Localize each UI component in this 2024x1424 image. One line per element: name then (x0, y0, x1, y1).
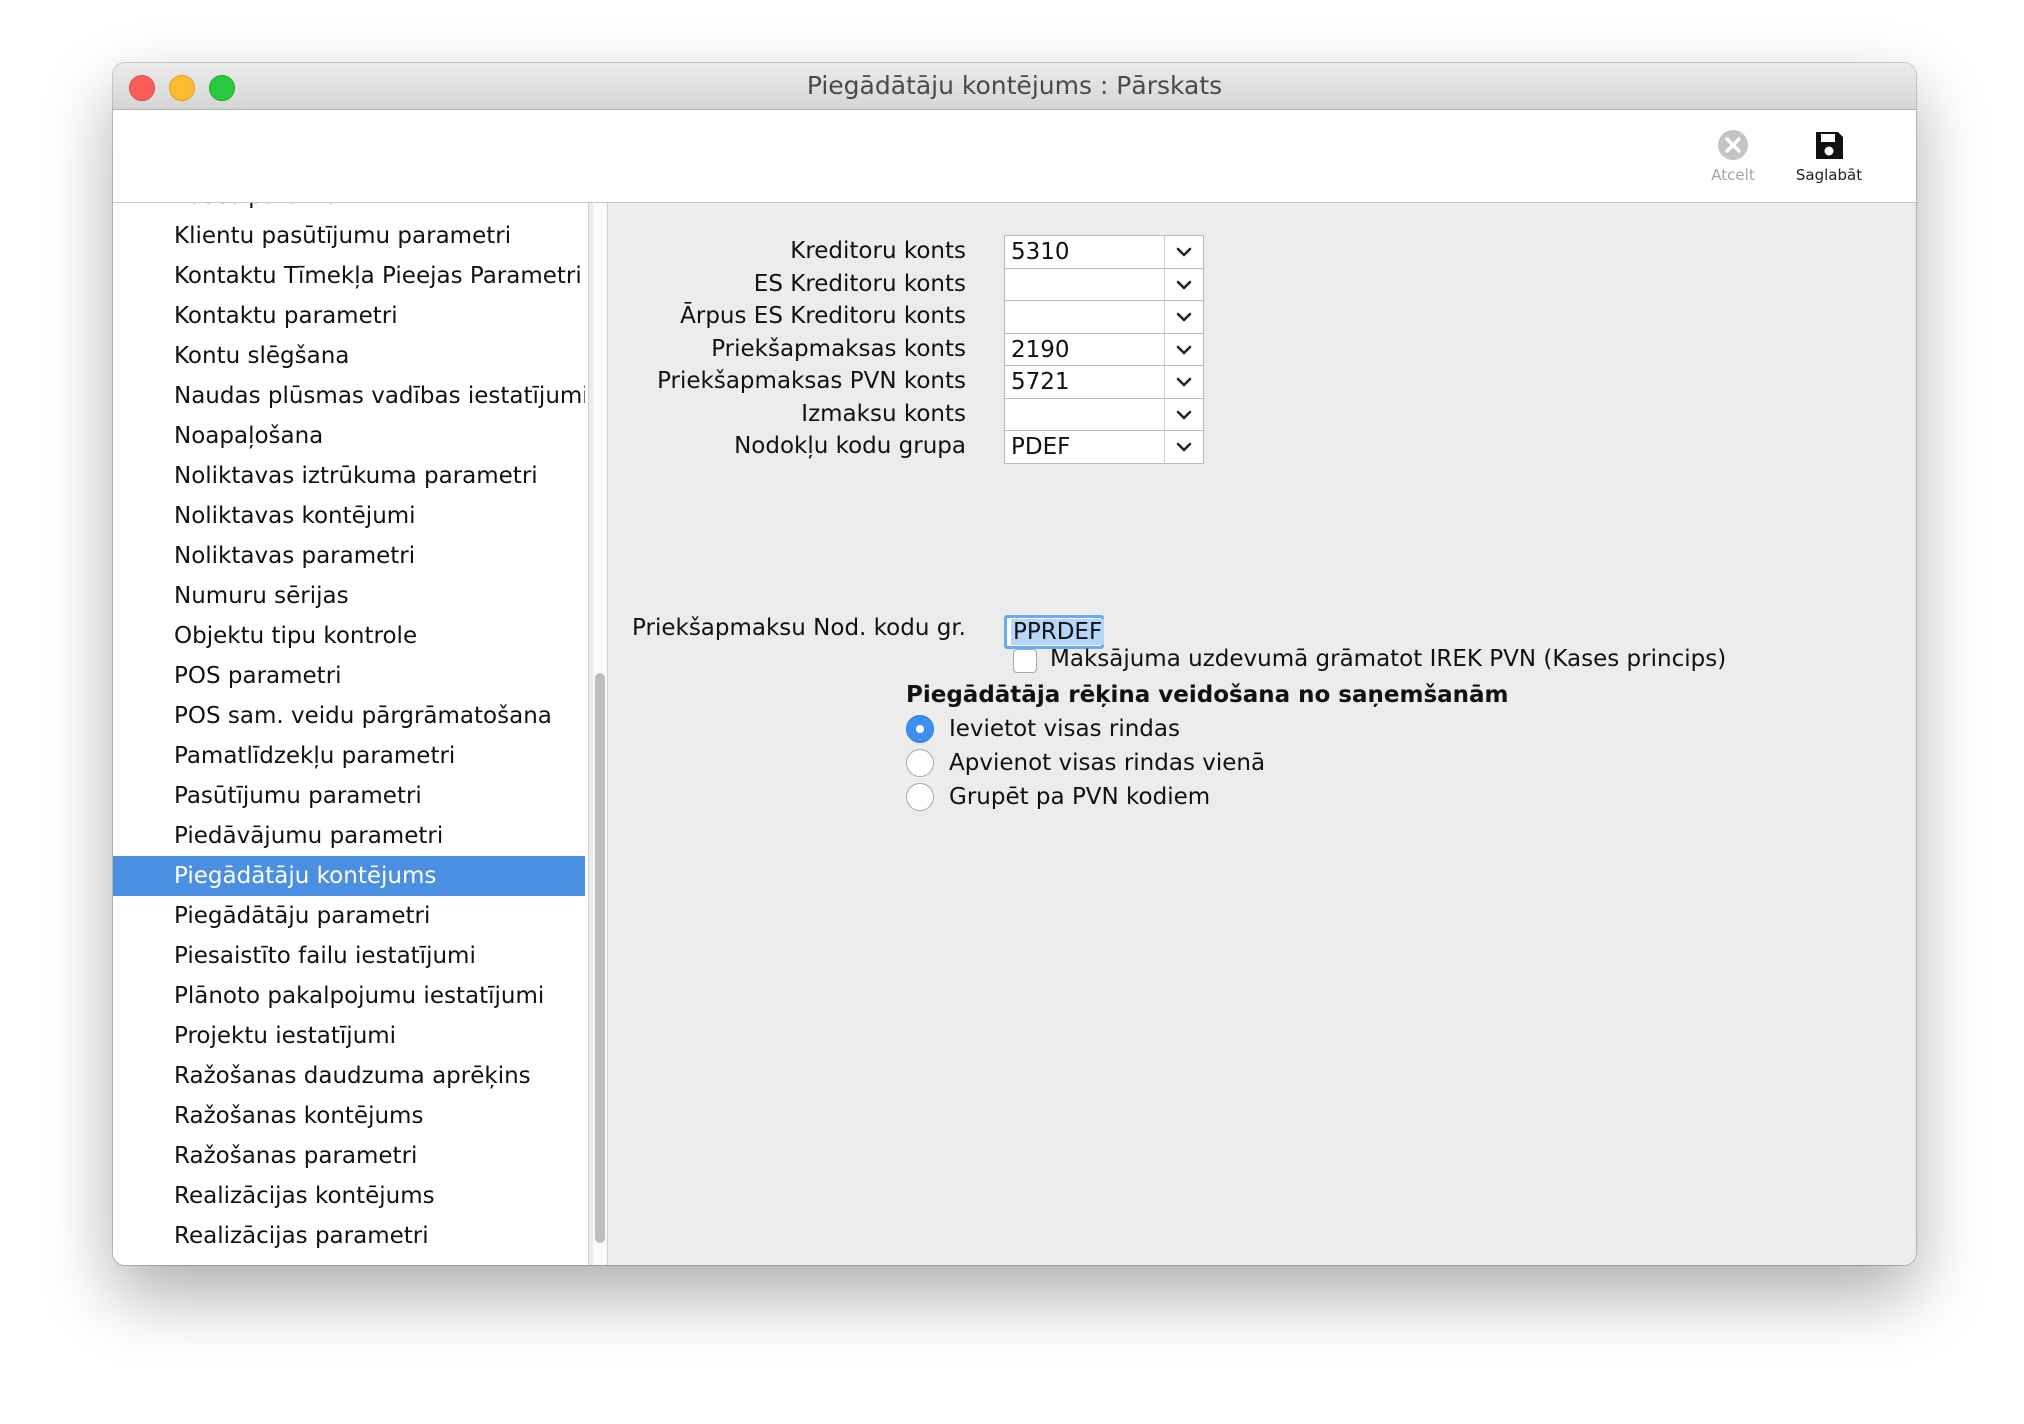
radio-button[interactable] (906, 749, 934, 777)
chevron-down-icon[interactable] (1164, 431, 1203, 463)
sidebar-item[interactable]: Klientu pasūtījumu parametri (113, 216, 585, 256)
account-combo[interactable]: 2190 (1004, 332, 1204, 367)
account-combo[interactable] (1004, 267, 1204, 302)
zoom-window-button[interactable] (209, 75, 235, 101)
sidebar-item[interactable]: Noapaļošana (113, 416, 585, 456)
scroll-thumb[interactable] (595, 673, 605, 1243)
sidebar-item[interactable]: Naudas plūsmas vadības iestatījumi (113, 376, 585, 416)
cancel-icon (1718, 130, 1748, 160)
minimize-window-button[interactable] (169, 75, 195, 101)
sidebar-item[interactable]: Noliktavas iztrūkuma parametri (113, 456, 585, 496)
title-bar: Piegādātāju kontējums : Pārskats (113, 63, 1916, 110)
sidebar-item[interactable]: Pasūtījumu parametri (113, 776, 585, 816)
combo-value: 5310 (1011, 239, 1070, 265)
combo-value: 2190 (1011, 336, 1070, 363)
sidebar-item[interactable]: Realizācijas kontējums (113, 1176, 585, 1216)
chevron-down-icon[interactable] (1164, 398, 1203, 431)
sidebar-item[interactable]: POS parametri (113, 656, 585, 696)
invoice-creation-group-title: Piegādātāja rēķina veidošana no saņemšan… (906, 682, 1509, 708)
account-combo[interactable]: 5310 (1004, 235, 1204, 269)
prepay-tax-group-label: Priekšapmaksu Nod. kodu gr. (632, 615, 966, 641)
irek-pvn-checkbox-label: Maksājuma uzdevumā grāmatot IREK PVN (Ka… (1050, 646, 1727, 672)
chevron-down-icon[interactable] (1164, 236, 1203, 268)
sidebar-item[interactable]: Plānoto pakalpojumu iestatījumi (113, 976, 585, 1016)
combo-value: PDEF (1011, 434, 1071, 460)
sidebar-item[interactable]: Ražošanas parametri (113, 1136, 585, 1176)
field-label: Ārpus ES Kreditoru konts (680, 303, 966, 329)
sidebar-item[interactable]: Piesaistīto failu iestatījumi (113, 936, 585, 976)
floppy-disk-icon (1816, 132, 1843, 159)
irek-pvn-checkbox[interactable] (1013, 649, 1037, 673)
field-label: Izmaksu konts (801, 400, 966, 427)
chevron-down-icon[interactable] (1164, 301, 1203, 333)
radio-button[interactable] (906, 715, 934, 743)
app-window: Piegādātāju kontējums : Pārskats Atcelt … (113, 63, 1916, 1265)
combo-value: 5721 (1011, 369, 1070, 395)
radio-button[interactable] (906, 783, 934, 811)
sidebar-item[interactable]: Piedāvājumu parametri (113, 816, 585, 856)
sidebar-scrollbar[interactable] (593, 203, 608, 1265)
radio-label[interactable]: Ievietot visas rindas (949, 716, 1180, 742)
sidebar-item[interactable]: POS sam. veidu pārgrāmatošana (113, 696, 585, 736)
settings-form: Kreditoru konts 5310 ES Kreditoru konts Ārp… (608, 203, 1916, 1265)
chevron-down-icon[interactable] (1164, 268, 1203, 301)
radio-label[interactable]: Apvienot visas rindas vienā (949, 750, 1265, 776)
sidebar-item[interactable]: Kontaktu parametri (113, 296, 585, 336)
sidebar-item[interactable]: Kases parametri (113, 203, 585, 216)
radio-label[interactable]: Grupēt pa PVN kodiem (949, 784, 1210, 810)
cancel-button[interactable]: Atcelt (1703, 128, 1763, 184)
toolbar: Atcelt Saglabāt (113, 110, 1916, 203)
chevron-down-icon[interactable] (1164, 366, 1203, 398)
save-button[interactable]: Saglabāt (1789, 128, 1869, 184)
sidebar-item[interactable]: Noliktavas parametri (113, 536, 585, 576)
field-label: Priekšapmaksas konts (711, 335, 966, 362)
sidebar-item[interactable]: Realizācijas parametri (113, 1216, 585, 1256)
sidebar-item[interactable]: Ražošanas kontējums (113, 1096, 585, 1136)
sidebar-item[interactable]: Noliktavas kontējumi (113, 496, 585, 536)
sidebar-item[interactable]: Projektu iestatījumi (113, 1016, 585, 1056)
sidebar-list: Kases parametriKlientu pasūtījumu parame… (113, 203, 587, 1256)
sidebar-item[interactable]: Piegādātāju parametri (113, 896, 585, 936)
close-window-button[interactable] (129, 75, 155, 101)
sidebar-item[interactable]: Numuru sērijas (113, 576, 585, 616)
field-label: Nodokļu kodu grupa (734, 433, 966, 459)
sidebar-item[interactable]: Pamatlīdzekļu parametri (113, 736, 585, 776)
sidebar-item[interactable]: Kontu slēgšana (113, 336, 585, 376)
field-label: Kreditoru konts (790, 238, 966, 264)
field-label: ES Kreditoru konts (753, 270, 966, 297)
prepay-tax-group-value: PPRDEF (1011, 619, 1105, 645)
account-combo[interactable] (1004, 397, 1204, 432)
sidebar-item[interactable]: Piegādātāju kontējums (113, 856, 585, 896)
save-label: Saglabāt (1795, 166, 1863, 184)
field-label: Priekšapmaksas PVN konts (657, 368, 966, 394)
account-combo[interactable]: 5721 (1004, 365, 1204, 399)
window-title: Piegādātāju kontējums : Pārskats (806, 71, 1223, 100)
account-combo[interactable]: PDEF (1004, 430, 1204, 464)
chevron-down-icon[interactable] (1164, 333, 1203, 366)
prepay-tax-group-field[interactable]: PPRDEF (1004, 615, 1105, 649)
sidebar-item[interactable]: Ražošanas daudzuma aprēķins (113, 1056, 585, 1096)
sidebar-item[interactable]: Objektu tipu kontrole (113, 616, 585, 656)
settings-sidebar: Kases parametriKlientu pasūtījumu parame… (113, 203, 589, 1265)
sidebar-item[interactable]: Kontaktu Tīmekļa Pieejas Parametri (113, 256, 585, 296)
cancel-label: Atcelt (1711, 166, 1755, 184)
account-combo[interactable] (1004, 300, 1204, 334)
